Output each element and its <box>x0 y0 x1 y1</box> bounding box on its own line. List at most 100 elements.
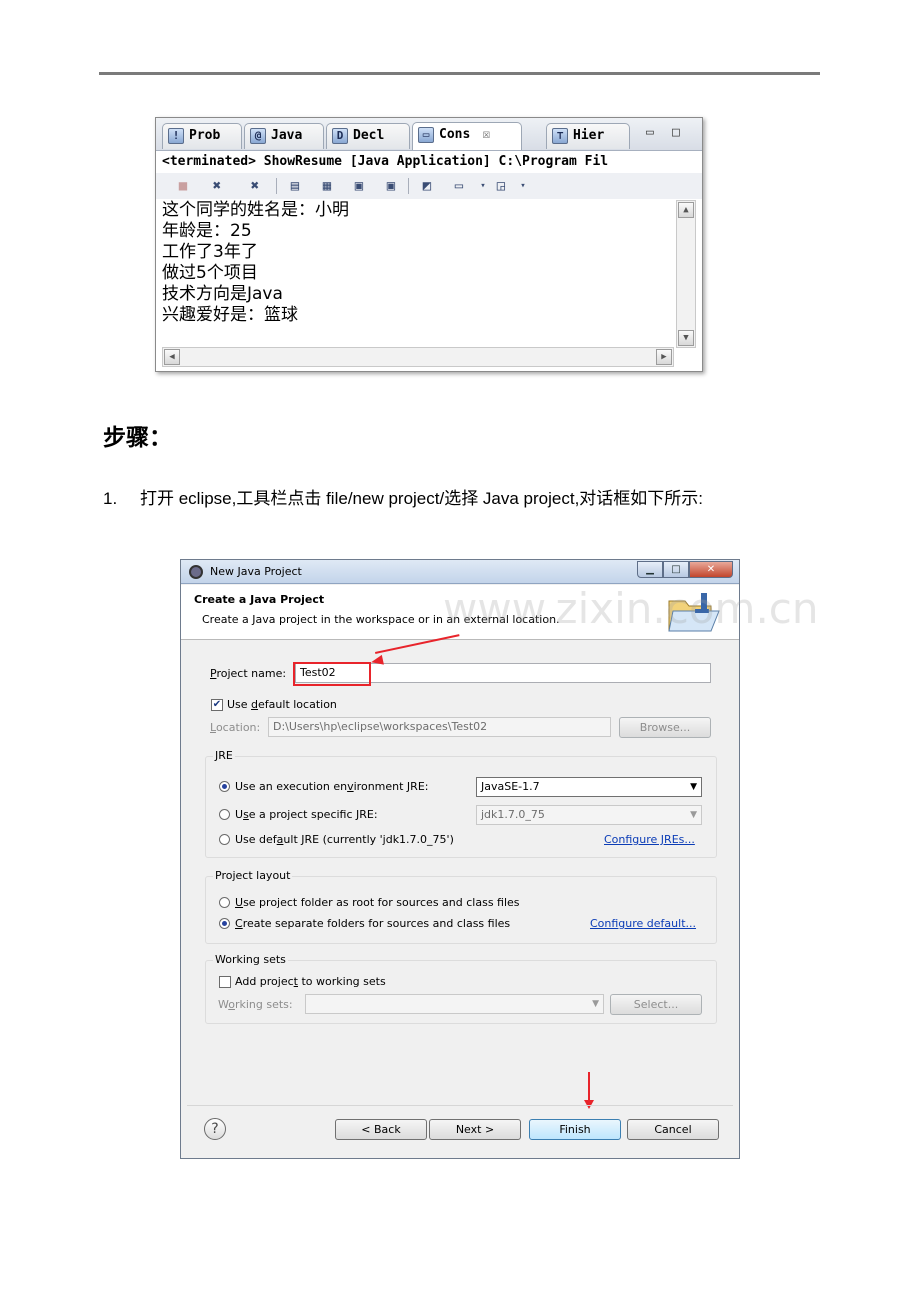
scroll-left-icon[interactable]: ◀ <box>164 349 180 365</box>
project-layout-group <box>205 876 717 944</box>
scroll-down-icon[interactable]: ▼ <box>678 330 694 346</box>
chevron-down-icon[interactable]: ▾ <box>474 177 492 195</box>
console-status-line: <terminated> ShowResume [Java Applicatio… <box>162 154 609 169</box>
java-project-wizard-icon <box>668 593 720 632</box>
new-java-project-dialog: New Java Project ▁ □ ✕ Create a Java Pro… <box>180 559 819 1159</box>
add-to-working-sets-label: Add project to working sets <box>235 975 386 988</box>
tab-hierarchy[interactable]: ⊤ Hier <box>546 123 630 149</box>
execution-environment-select[interactable]: JavaSE-1.7 ▼ <box>476 777 702 797</box>
project-specific-jre-radio[interactable] <box>219 809 230 820</box>
execution-environment-label: Use an execution environment JRE: <box>235 780 429 793</box>
banner-description: Create a Java project in the workspace o… <box>202 613 560 626</box>
step-number: 1. <box>103 489 118 508</box>
step-text: 打开 eclipse,工具栏点击 file/new project/选择 Jav… <box>140 489 704 508</box>
execution-environment-radio[interactable] <box>219 781 230 792</box>
output-line: 年龄是：25 <box>162 221 252 241</box>
banner-heading: Create a Java Project <box>194 593 325 606</box>
declaration-icon: D <box>332 128 348 144</box>
show-stderr-icon[interactable]: ▣ <box>382 177 400 195</box>
select-button[interactable]: Select... <box>610 994 702 1015</box>
back-button[interactable]: < Back <box>335 1119 427 1140</box>
add-to-working-sets-checkbox[interactable] <box>219 976 231 988</box>
project-specific-jre-select[interactable]: jdk1.7.0_75 ▼ <box>476 805 702 825</box>
browse-button[interactable]: Browse... <box>619 717 711 738</box>
single-folder-label: Use project folder as root for sources a… <box>235 896 520 909</box>
output-line: 这个同学的姓名是：小明 <box>162 200 349 220</box>
scroll-up-icon[interactable]: ▲ <box>678 202 694 218</box>
default-jre-label: Use default JRE (currently 'jdk1.7.0_75'… <box>235 833 454 846</box>
remove-all-icon[interactable]: ✖ <box>246 177 264 195</box>
configure-jres-link[interactable]: Configure JREs... <box>604 833 695 846</box>
scroll-lock-icon[interactable]: ▦ <box>318 177 336 195</box>
step-1: 1. 打开 eclipse,工具栏点击 file/new project/选择 J… <box>103 484 703 509</box>
minimize-icon[interactable]: ▭ <box>646 125 654 140</box>
open-console-icon[interactable]: ◲ <box>492 177 510 195</box>
console-output: 这个同学的姓名是：小明 年龄是：25 工作了3年了 做过5个项目 技术方向是Ja… <box>162 200 667 345</box>
output-line: 兴趣爱好是：篮球 <box>162 305 298 325</box>
project-layout-group-title: Project layout <box>213 869 293 882</box>
chevron-down-icon: ▼ <box>690 782 697 792</box>
view-tab-bar: ! Prob @ Java D Decl ▭ Cons ☒ ⊤ Hier ▭ □ <box>156 118 702 151</box>
working-sets-group-title: Working sets <box>213 953 288 966</box>
scroll-right-icon[interactable]: ▶ <box>656 349 672 365</box>
finish-button[interactable]: Finish <box>529 1119 621 1140</box>
hierarchy-icon: ⊤ <box>552 128 568 144</box>
close-button[interactable]: ✕ <box>689 561 733 578</box>
steps-heading: 步骤： <box>103 425 172 451</box>
toolbar-separator <box>276 178 277 194</box>
vertical-scrollbar[interactable]: ▲ ▼ <box>676 200 696 348</box>
highlight-box <box>293 662 371 686</box>
help-icon[interactable]: ? <box>204 1118 226 1140</box>
output-line: 技术方向是Java <box>162 284 283 304</box>
close-icon[interactable]: ☒ <box>482 127 490 142</box>
jre-group-title: JRE <box>213 749 235 762</box>
footer-divider <box>187 1105 733 1106</box>
working-sets-select[interactable]: ▼ <box>305 994 604 1014</box>
separate-folders-radio[interactable] <box>219 918 230 929</box>
use-default-location-label: Use default location <box>227 698 337 711</box>
console-icon: ▭ <box>418 127 434 143</box>
output-line: 做过5个项目 <box>162 263 258 283</box>
dialog-title: New Java Project <box>210 565 302 578</box>
dialog-titlebar[interactable]: New Java Project ▁ □ ✕ <box>181 560 739 584</box>
clear-console-icon[interactable]: ▤ <box>286 177 304 195</box>
problems-icon: ! <box>168 128 184 144</box>
default-jre-radio[interactable] <box>219 834 230 845</box>
maximize-button[interactable]: □ <box>663 561 689 578</box>
separate-folders-label: Create separate folders for sources and … <box>235 917 511 930</box>
terminate-icon[interactable]: ■ <box>174 177 192 195</box>
chevron-down-icon: ▼ <box>592 999 599 1009</box>
maximize-icon[interactable]: □ <box>672 125 680 140</box>
remove-launch-icon[interactable]: ✖ <box>208 177 226 195</box>
minimize-button[interactable]: ▁ <box>637 561 663 578</box>
output-line: 工作了3年了 <box>162 242 258 262</box>
chevron-down-icon[interactable]: ▾ <box>514 177 532 195</box>
use-default-location-checkbox[interactable]: ✔ <box>211 699 223 711</box>
pin-console-icon[interactable]: ◩ <box>418 177 436 195</box>
next-button[interactable]: Next > <box>429 1119 521 1140</box>
tab-problems[interactable]: ! Prob <box>162 123 242 149</box>
eclipse-icon <box>189 565 203 579</box>
chevron-down-icon: ▼ <box>690 810 697 820</box>
display-console-icon[interactable]: ▭ <box>450 177 468 195</box>
working-sets-label: Working sets: <box>218 998 293 1011</box>
header-rule <box>99 72 820 75</box>
window-controls: ▁ □ ✕ <box>637 561 733 578</box>
single-folder-radio[interactable] <box>219 897 230 908</box>
location-input[interactable]: D:\Users\hp\eclipse\workspaces\Test02 <box>268 717 611 737</box>
project-specific-jre-label: Use a project specific JRE: <box>235 808 378 821</box>
tab-javadoc[interactable]: @ Java <box>244 123 324 149</box>
show-stdout-icon[interactable]: ▣ <box>350 177 368 195</box>
horizontal-scrollbar[interactable]: ◀ ▶ <box>162 347 674 367</box>
project-name-label: Project name: <box>210 667 287 680</box>
console-toolbar: ■ ✖ ✖ ▤ ▦ ▣ ▣ ◩ ▭ ▾ ◲ ▾ <box>156 173 702 199</box>
configure-default-link[interactable]: Configure default... <box>590 917 696 930</box>
toolbar-separator <box>408 178 409 194</box>
location-label: Location: <box>210 721 261 734</box>
cancel-button[interactable]: Cancel <box>627 1119 719 1140</box>
tab-declaration[interactable]: D Decl <box>326 123 410 149</box>
console-view-screenshot: ! Prob @ Java D Decl ▭ Cons ☒ ⊤ Hier ▭ □ <term… <box>155 117 703 372</box>
javadoc-icon: @ <box>250 128 266 144</box>
annotation-arrow <box>588 1072 590 1102</box>
tab-console[interactable]: ▭ Cons ☒ <box>412 122 522 150</box>
